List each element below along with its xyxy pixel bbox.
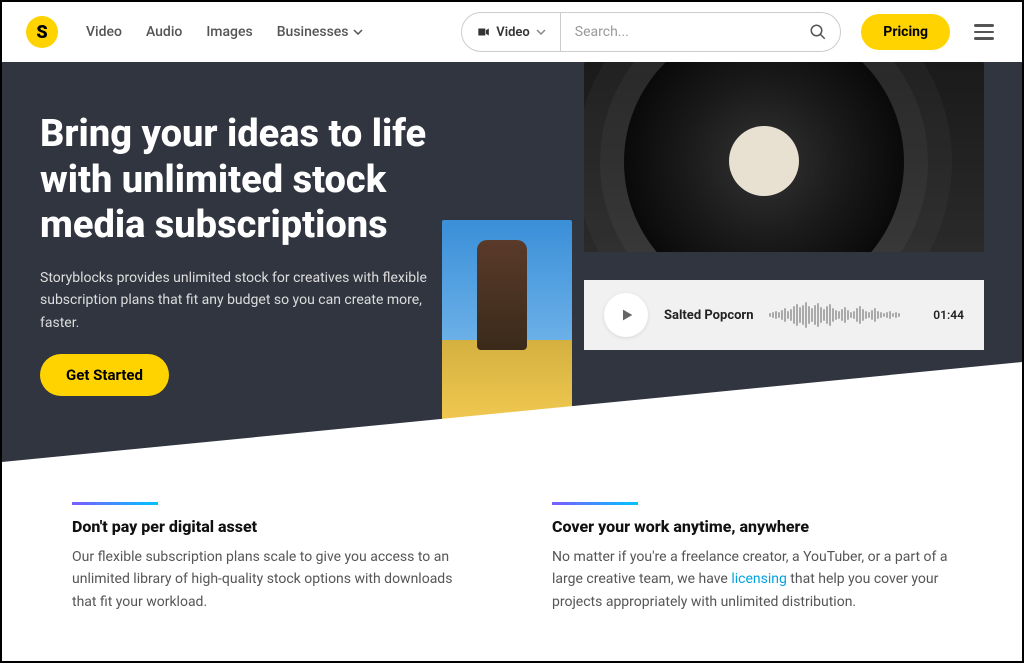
licensing-link[interactable]: licensing bbox=[731, 571, 787, 587]
audio-waveform[interactable] bbox=[769, 300, 917, 330]
main-nav: Video Audio Images Businesses bbox=[86, 24, 363, 40]
chevron-down-icon bbox=[353, 29, 363, 35]
feature-card: Cover your work anytime, anywhere No mat… bbox=[552, 502, 952, 613]
play-icon bbox=[619, 307, 635, 323]
audio-title: Salted Popcorn bbox=[664, 308, 753, 323]
search-icon bbox=[809, 23, 827, 41]
hero-subtitle: Storyblocks provides unlimited stock for… bbox=[40, 267, 444, 334]
header: S Video Audio Images Businesses Video Pr… bbox=[2, 2, 1022, 62]
search-button[interactable] bbox=[796, 23, 840, 41]
feature-heading: Don't pay per digital asset bbox=[72, 517, 472, 536]
get-started-button[interactable]: Get Started bbox=[40, 354, 169, 396]
feature-heading: Cover your work anytime, anywhere bbox=[552, 517, 952, 536]
feature-body: Our flexible subscription plans scale to… bbox=[72, 546, 472, 613]
menu-icon bbox=[974, 24, 994, 27]
pricing-button[interactable]: Pricing bbox=[861, 14, 950, 50]
nav-audio[interactable]: Audio bbox=[146, 24, 182, 40]
search-category-selector[interactable]: Video bbox=[462, 13, 561, 51]
hero-image-record-player bbox=[584, 62, 984, 252]
nav-video[interactable]: Video bbox=[86, 24, 122, 40]
logo[interactable]: S bbox=[26, 16, 58, 48]
hero-image-runner bbox=[442, 220, 572, 420]
nav-businesses[interactable]: Businesses bbox=[277, 24, 363, 40]
accent-bar bbox=[72, 502, 158, 505]
search-category-label: Video bbox=[496, 25, 530, 40]
search-bar: Video bbox=[461, 12, 841, 52]
nav-businesses-label: Businesses bbox=[277, 24, 349, 40]
feature-card: Don't pay per digital asset Our flexible… bbox=[72, 502, 472, 613]
search-input[interactable] bbox=[561, 24, 797, 40]
chevron-down-icon bbox=[536, 27, 546, 37]
accent-bar bbox=[552, 502, 638, 505]
hero-title: Bring your ideas to life with unlimited … bbox=[40, 112, 444, 249]
audio-duration: 01:44 bbox=[933, 308, 964, 322]
nav-images[interactable]: Images bbox=[206, 24, 252, 40]
feature-body: No matter if you're a freelance creator,… bbox=[552, 546, 952, 613]
play-button[interactable] bbox=[604, 293, 648, 337]
video-icon bbox=[476, 25, 490, 39]
features-section: Don't pay per digital asset Our flexible… bbox=[2, 462, 1022, 613]
hero-section: Bring your ideas to life with unlimited … bbox=[2, 62, 1022, 462]
audio-sample-card: Salted Popcorn 01:44 bbox=[584, 280, 984, 350]
menu-button[interactable] bbox=[970, 20, 998, 44]
